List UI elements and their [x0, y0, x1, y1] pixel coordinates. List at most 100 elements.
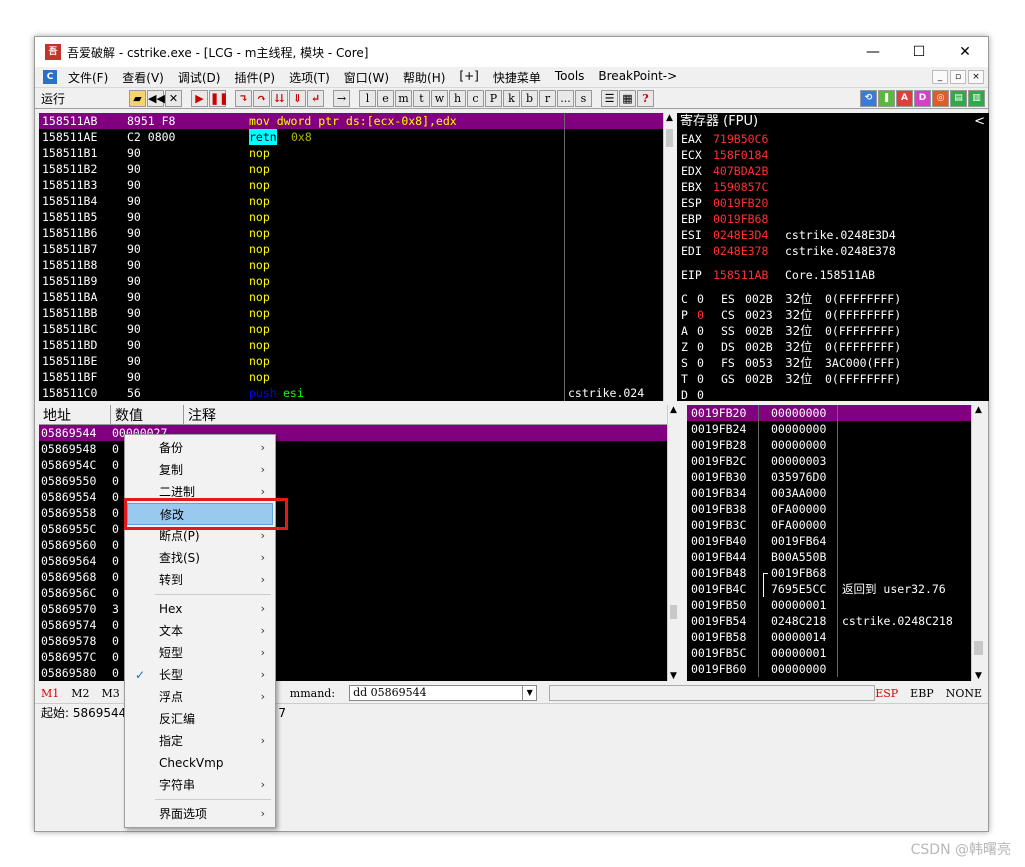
disasm-row[interactable]: 158511BA 90 nop [39, 289, 663, 305]
flag-row[interactable]: Z 0 DS 002B 32位 0(FFFFFFFF) [681, 339, 989, 355]
close-debug-icon[interactable]: ✕ [165, 89, 182, 107]
rewind-icon[interactable]: ◀◀ [147, 89, 165, 107]
disasm-row[interactable]: 158511B4 90 nop [39, 193, 663, 209]
stack-row[interactable]: 0019FB44 B00A550B [687, 549, 971, 565]
mdi-restore-button[interactable]: ▫ [950, 70, 966, 84]
registers-pane[interactable]: 寄存器 (FPU) < EAX 719B50C6 ECX 158F0184 EDX 407… [677, 113, 989, 401]
scroll-down-icon[interactable]: ▼ [972, 671, 985, 681]
disasm-row[interactable]: 158511C0 56 push esi cstrike.024 [39, 385, 663, 401]
register-row[interactable]: ECX 158F0184 [681, 147, 989, 163]
grid-icon[interactable]: ▦ [619, 89, 636, 107]
memory-tab-m2[interactable]: M2 [71, 687, 89, 700]
chevron-down-icon[interactable]: ▼ [522, 686, 536, 700]
context-menu-item[interactable]: 备份 › [127, 437, 273, 459]
context-menu-item[interactable]: 反汇编 [127, 708, 273, 730]
stack-follow-none[interactable]: NONE [946, 687, 982, 700]
trace-over-icon[interactable]: ⇓ [289, 89, 306, 107]
context-menu-item[interactable]: Hex › [127, 598, 273, 620]
stack-follow-ebp[interactable]: EBP [910, 687, 934, 700]
step-into-icon[interactable]: ↴ [235, 89, 252, 107]
collapse-icon[interactable]: < [974, 113, 985, 131]
menu-item[interactable]: 文件(F) [61, 69, 115, 86]
window-l-button[interactable]: l [359, 89, 376, 107]
flag-row[interactable]: S 0 FS 0053 32位 3AC000(FFF) [681, 355, 989, 371]
disasm-row[interactable]: 158511B6 90 nop [39, 225, 663, 241]
mdi-app-icon[interactable]: C [43, 70, 57, 84]
step-over-icon[interactable]: ↷ [253, 89, 270, 107]
window-m-button[interactable]: m [395, 89, 412, 107]
stack-row[interactable]: 0019FB58 00000014 [687, 629, 971, 645]
register-row[interactable]: EDI 0248E378 cstrike.0248E378 [681, 243, 989, 259]
memory-tab-m1[interactable]: M1 [41, 687, 59, 700]
flag-bit[interactable]: 0 [697, 387, 704, 401]
a-icon[interactable]: A [896, 89, 913, 107]
stack-row[interactable]: 0019FB24 00000000 [687, 421, 971, 437]
context-menu-item[interactable]: 界面选项 › [127, 803, 273, 825]
flag-bit[interactable]: 0 [697, 291, 704, 307]
dump-scrollbar[interactable]: ▲ ▼ [667, 405, 679, 681]
col-comment[interactable]: 注释 [184, 405, 667, 424]
register-row[interactable]: EAX 719B50C6 [681, 131, 989, 147]
run-icon[interactable]: ▶ [191, 89, 208, 107]
flag-bit[interactable]: 0 [697, 323, 704, 339]
list-icon[interactable]: ☰ [601, 89, 618, 107]
plugin-icon[interactable]: ❚ [878, 89, 895, 107]
stack-row[interactable]: 0019FB5C 00000001 [687, 645, 971, 661]
menu-item[interactable]: 选项(T) [282, 69, 337, 86]
context-menu-item[interactable]: 浮点 › [127, 686, 273, 708]
disasm-row[interactable]: 158511B5 90 nop [39, 209, 663, 225]
window-more-button[interactable]: ... [557, 89, 574, 107]
stack-scrollbar[interactable]: ▲ ▼ [971, 405, 985, 681]
open-file-icon[interactable]: ▰ [129, 89, 146, 107]
calc-icon[interactable]: ▤ [950, 89, 967, 107]
disasm-row[interactable]: 158511B8 90 nop [39, 257, 663, 273]
menu-item[interactable]: BreakPoint-> [591, 69, 684, 86]
flag-row[interactable]: C 0 ES 002B 32位 0(FFFFFFFF) [681, 291, 989, 307]
disasm-row[interactable]: 158511BE 90 nop [39, 353, 663, 369]
disassembly-scrollbar[interactable]: ▲ [663, 113, 675, 401]
window-w-button[interactable]: w [431, 89, 448, 107]
menu-item[interactable]: 查看(V) [115, 69, 171, 86]
stack-row[interactable]: 0019FB20 00000000 [687, 405, 971, 421]
flag-bit[interactable]: 0 [697, 339, 704, 355]
stack-row[interactable]: 0019FB30 035976D0 [687, 469, 971, 485]
context-menu-item[interactable]: 指定 › [127, 730, 273, 752]
context-menu-item[interactable]: ✓ 长型 › [127, 664, 273, 686]
d-icon[interactable]: D [914, 89, 931, 107]
window-b-button[interactable]: b [521, 89, 538, 107]
maximize-button[interactable]: ☐ [896, 37, 942, 67]
execute-till-return-icon[interactable]: ↵ [307, 89, 324, 107]
window-h-button[interactable]: h [449, 89, 466, 107]
flag-row[interactable]: A 0 SS 002B 32位 0(FFFFFFFF) [681, 323, 989, 339]
eip-row[interactable]: EIP 158511AB Core.158511AB [681, 267, 989, 283]
register-row[interactable]: EBX 1590857C [681, 179, 989, 195]
stack-row[interactable]: 0019FB38 0FA00000 [687, 501, 971, 517]
stack-row[interactable]: 0019FB4C 7695E5CC 返回到 user32.76 [687, 581, 971, 597]
context-menu-item[interactable]: 查找(S) › [127, 547, 273, 569]
register-row[interactable]: ESP 0019FB20 [681, 195, 989, 211]
window-r-button[interactable]: r [539, 89, 556, 107]
stack-row[interactable]: 0019FB48 0019FB68 [687, 565, 971, 597]
disasm-row[interactable]: 158511AE C2 0800 retn 0x8 [39, 129, 663, 145]
col-address[interactable]: 地址 [39, 405, 111, 424]
scroll-down-icon[interactable]: ▼ [668, 671, 679, 681]
window-e-button[interactable]: e [377, 89, 394, 107]
disasm-row[interactable]: 158511B2 90 nop [39, 161, 663, 177]
stack-pane[interactable]: 0019FB20 00000000 0019FB24 00000000 0019FB28… [687, 405, 971, 681]
disassembly-pane[interactable]: 158511AB 8951 F8 mov dword ptr ds:[ecx-0x8… [39, 113, 663, 401]
refresh-icon[interactable]: ⟲ [860, 89, 877, 107]
menu-item[interactable]: Tools [548, 69, 592, 86]
disasm-row[interactable]: 158511B3 90 nop [39, 177, 663, 193]
register-row[interactable]: EDX 407BDA2B [681, 163, 989, 179]
disasm-row[interactable]: 158511B1 90 nop [39, 145, 663, 161]
menu-item[interactable]: 插件(P) [227, 69, 282, 86]
target-icon[interactable]: ◎ [932, 89, 949, 107]
window-s-button[interactable]: s [575, 89, 592, 107]
stack-row[interactable]: 0019FB40 0019FB64 [687, 533, 971, 549]
disasm-row[interactable]: 158511AB 8951 F8 mov dword ptr ds:[ecx-0x8… [39, 113, 663, 129]
scroll-up-icon[interactable]: ▲ [668, 405, 679, 415]
flag-row[interactable]: P 0 CS 0023 32位 0(FFFFFFFF) [681, 307, 989, 323]
menu-item[interactable]: [+] [452, 69, 485, 86]
context-menu-item[interactable]: 复制 › [127, 459, 273, 481]
mdi-minimize-button[interactable]: _ [932, 70, 948, 84]
